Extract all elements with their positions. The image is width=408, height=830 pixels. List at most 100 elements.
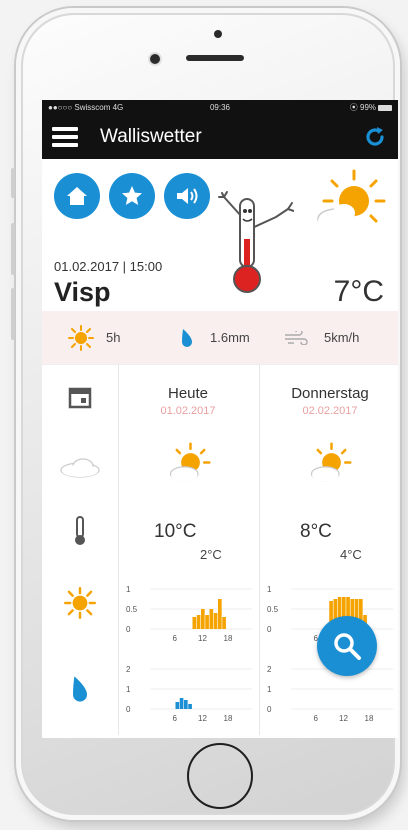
calendar-icon bbox=[68, 387, 92, 409]
chart-bar bbox=[201, 609, 205, 629]
chart-bar bbox=[175, 702, 180, 709]
favorite-button[interactable] bbox=[109, 173, 155, 219]
status-bar: ●●○○○ Swisscom 4G 09:36 ⦿ 99% bbox=[42, 100, 398, 115]
min-temperature: 2°C bbox=[200, 547, 222, 562]
x-tick-label: 12 bbox=[198, 634, 207, 643]
sun-cloud-icon bbox=[317, 169, 386, 230]
wind-value: 5km/h bbox=[324, 330, 360, 345]
x-tick-label: 6 bbox=[173, 714, 178, 723]
sun-cloud-icon bbox=[310, 442, 352, 482]
sunshine-chart-today: 1 0.5 0 6 12 18 bbox=[126, 585, 252, 643]
precipitation-summary: 1.6mm bbox=[162, 328, 278, 348]
mute-switch bbox=[11, 168, 15, 198]
y-tick-label: 0.5 bbox=[126, 605, 138, 614]
x-tick-label: 18 bbox=[365, 714, 374, 723]
speaker-icon bbox=[177, 188, 198, 204]
day-date: 02.02.2017 bbox=[302, 405, 358, 417]
home-button[interactable] bbox=[187, 743, 253, 809]
y-tick-label: 1 bbox=[267, 585, 272, 594]
chart-bar bbox=[218, 599, 222, 629]
sunshine-value: 5h bbox=[106, 330, 121, 345]
max-temperature: 8°C bbox=[300, 521, 332, 542]
current-temperature: 7°C bbox=[333, 275, 384, 308]
volume-up-button bbox=[11, 223, 15, 275]
home-location-button[interactable] bbox=[54, 173, 100, 219]
menu-icon[interactable] bbox=[52, 127, 78, 147]
raindrop-icon bbox=[182, 328, 192, 347]
y-tick-label: 1 bbox=[126, 685, 131, 694]
summary-strip: 5h 1.6mm 5km/h bbox=[42, 311, 398, 365]
sunshine-summary: 5h bbox=[68, 324, 162, 351]
y-tick-label: 1 bbox=[267, 685, 272, 694]
battery-label: ⦿ 99% bbox=[349, 103, 377, 112]
x-tick-label: 6 bbox=[314, 714, 319, 723]
sensor-dot bbox=[214, 30, 222, 38]
current-conditions: 01.02.2017 | 15:00 Visp 7°C bbox=[42, 159, 398, 311]
y-tick-label: 0 bbox=[126, 625, 131, 634]
y-tick-label: 2 bbox=[267, 665, 272, 674]
x-tick-label: 12 bbox=[198, 714, 207, 723]
chart-bar bbox=[209, 609, 214, 629]
star-icon bbox=[122, 186, 142, 205]
row-sunshine-label bbox=[42, 587, 118, 619]
column-divider bbox=[118, 365, 119, 735]
y-tick-label: 1 bbox=[126, 585, 131, 594]
day-date: 01.02.2017 bbox=[160, 405, 216, 417]
y-tick-label: 0.5 bbox=[267, 605, 279, 614]
chart-bar bbox=[184, 700, 188, 709]
app-screen: ●●○○○ Swisscom 4G 09:36 ⦿ 99% Walliswett… bbox=[42, 100, 398, 738]
audio-button[interactable] bbox=[164, 173, 210, 219]
earpiece-speaker bbox=[186, 55, 244, 61]
chart-bar bbox=[188, 704, 192, 709]
raindrop-icon bbox=[73, 676, 87, 702]
precipitation-value: 1.6mm bbox=[210, 330, 250, 345]
max-temperature: 10°C bbox=[154, 521, 197, 542]
precipitation-chart-tomorrow: 2 1 0 6 12 18 bbox=[267, 665, 393, 723]
column-divider bbox=[259, 365, 260, 735]
day-name: Donnerstag bbox=[291, 385, 369, 402]
min-temperature: 4°C bbox=[340, 547, 362, 562]
app-header: Walliswetter bbox=[42, 115, 398, 159]
forecast-grid: Heute 01.02.2017 10°C 2°C Donnerstag 02.… bbox=[42, 365, 398, 735]
row-date-label bbox=[42, 385, 118, 409]
y-tick-label: 0 bbox=[267, 625, 272, 634]
sun-icon bbox=[64, 587, 96, 619]
row-precipitation-label bbox=[42, 675, 118, 703]
wind-summary: 5km/h bbox=[278, 330, 359, 345]
day-name: Heute bbox=[167, 385, 209, 402]
x-tick-label: 6 bbox=[173, 634, 178, 643]
y-tick-label: 0 bbox=[267, 705, 272, 714]
x-tick-label: 18 bbox=[224, 714, 233, 723]
chart-bar bbox=[192, 617, 197, 629]
cloud-icon bbox=[60, 458, 100, 478]
app-title: Walliswetter bbox=[100, 126, 202, 147]
row-weather-label bbox=[42, 457, 118, 479]
y-tick-label: 2 bbox=[126, 665, 131, 674]
y-tick-label: 0 bbox=[126, 705, 131, 714]
wind-icon bbox=[285, 330, 308, 345]
sun-icon bbox=[68, 324, 94, 351]
row-temperature-label bbox=[42, 515, 118, 547]
chart-bar bbox=[222, 617, 226, 629]
battery-icon bbox=[378, 104, 393, 111]
precipitation-chart-today: 2 1 0 6 12 18 bbox=[126, 665, 252, 723]
front-camera bbox=[150, 54, 160, 64]
search-button[interactable] bbox=[317, 616, 377, 676]
search-icon bbox=[334, 633, 361, 660]
thermometer-icon bbox=[75, 516, 85, 545]
refresh-icon[interactable] bbox=[362, 124, 388, 150]
x-tick-label: 18 bbox=[224, 634, 233, 643]
city-name: Visp bbox=[54, 277, 111, 307]
x-tick-label: 12 bbox=[339, 714, 348, 723]
chart-bar bbox=[213, 613, 218, 629]
house-icon bbox=[67, 187, 87, 205]
carrier-label: ●●○○○ Swisscom 4G bbox=[48, 103, 124, 112]
volume-down-button bbox=[11, 288, 15, 340]
sun-cloud-icon bbox=[169, 442, 211, 482]
chart-bar bbox=[196, 615, 201, 629]
chart-bar bbox=[179, 698, 184, 709]
clock: 09:36 bbox=[209, 103, 231, 112]
thermometer-mascot-icon bbox=[218, 191, 294, 293]
observation-datetime: 01.02.2017 | 15:00 bbox=[54, 259, 163, 274]
chart-bar bbox=[205, 615, 209, 629]
